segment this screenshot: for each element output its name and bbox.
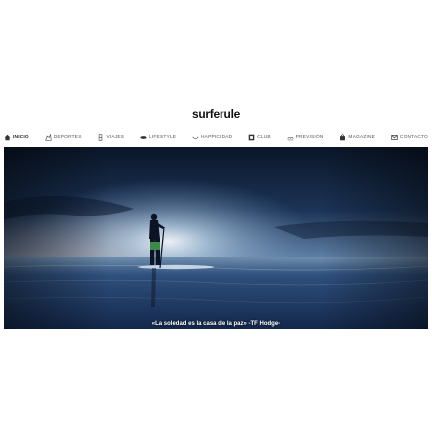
bag-icon: [340, 133, 346, 140]
hero-banner[interactable]: «La soledad es la casa de la paz» -TF Ho…: [4, 147, 428, 329]
logo-part-1: surfe: [191, 107, 220, 121]
travel-icon: [99, 133, 103, 141]
nav-item-lifestyle[interactable]: LIFESTYLE: [140, 134, 176, 141]
smile-icon: [192, 136, 199, 139]
surfboard-icon: [140, 135, 147, 139]
nav-item-label: VIAJES: [106, 134, 125, 140]
hero-image: [4, 147, 428, 329]
nav-item-inicio[interactable]: INICIO: [4, 134, 29, 141]
club-icon: [248, 134, 255, 140]
nav-item-deportes[interactable]: DEPORTES: [44, 133, 82, 141]
nav-item-label: CLUB: [257, 134, 271, 140]
home-icon: [4, 134, 11, 140]
nav-item-happicidad[interactable]: HAPPICIDAD: [192, 134, 232, 141]
mail-icon: [391, 134, 398, 140]
nav-item-label: DEPORTES: [53, 134, 82, 140]
nav-item-contacto[interactable]: CONTACTO: [391, 134, 428, 141]
nav-item-label: HAPPICIDAD: [201, 134, 233, 140]
forecast-icon: [287, 136, 294, 140]
main-nav: INICIO DEPORTES VIAJES LIFESTYLE HAPPICI…: [4, 131, 428, 143]
nav-item-label: LIFESTYLE: [149, 134, 177, 140]
logo-part-3: ule: [223, 107, 241, 121]
nav-item-magazine[interactable]: MAGAZINE: [339, 133, 376, 141]
nav-item-label: CONTACTO: [399, 134, 428, 140]
nav-item-label: MAGAZINE: [348, 134, 376, 140]
sports-icon: [44, 133, 52, 141]
nav-item-club[interactable]: CLUB: [248, 134, 271, 141]
nav-item-prevision[interactable]: PREVISIÓN: [287, 134, 324, 141]
nav-item-viajes[interactable]: VIAJES: [97, 133, 125, 141]
nav-item-label: PREVISIÓN: [295, 134, 324, 140]
hero-caption: «La soledad es la casa de la paz» -TF Ho…: [151, 321, 281, 327]
site-logo[interactable]: surferule: [0, 107, 432, 121]
nav-item-label: INICIO: [13, 134, 29, 140]
